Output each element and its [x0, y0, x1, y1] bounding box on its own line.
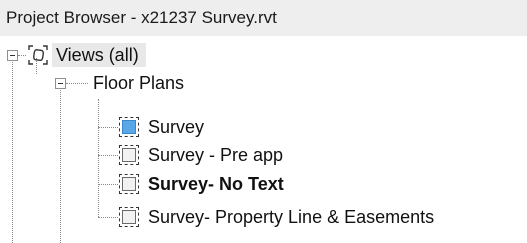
floor-plan-view-icon: [119, 174, 139, 194]
floor-plan-view-icon: [119, 207, 139, 227]
project-browser-tree: Views (all) Floor Plans Survey Survey - …: [0, 36, 527, 243]
views-icon: [28, 45, 48, 65]
views-collapse-toggle[interactable]: [7, 50, 18, 61]
floor-plan-view-icon: [119, 145, 139, 165]
floor-plan-view-icon: [119, 117, 139, 137]
tree-connector: [66, 83, 88, 84]
tree-connector: [98, 184, 118, 185]
floor-plans-collapse-toggle[interactable]: [55, 78, 66, 89]
tree-node-views-all[interactable]: Views (all): [56, 43, 139, 67]
view-item-survey-no-text[interactable]: Survey- No Text: [148, 172, 284, 196]
tree-connector: [98, 217, 118, 218]
tree-node-floor-plans[interactable]: Floor Plans: [93, 71, 184, 95]
tree-connector: [18, 55, 26, 56]
view-item-survey[interactable]: Survey: [148, 115, 204, 139]
tree-connector: [98, 99, 99, 217]
tree-connector: [60, 82, 61, 243]
project-browser-title: Project Browser - x21237 Survey.rvt: [0, 0, 527, 36]
tree-connector: [12, 56, 13, 243]
project-browser-title-text: Project Browser - x21237 Survey.rvt: [6, 8, 277, 27]
view-item-survey-pre-app[interactable]: Survey - Pre app: [148, 143, 283, 167]
tree-connector: [98, 155, 118, 156]
view-item-survey-property-line[interactable]: Survey- Property Line & Easements: [148, 205, 434, 229]
tree-connector: [98, 127, 118, 128]
